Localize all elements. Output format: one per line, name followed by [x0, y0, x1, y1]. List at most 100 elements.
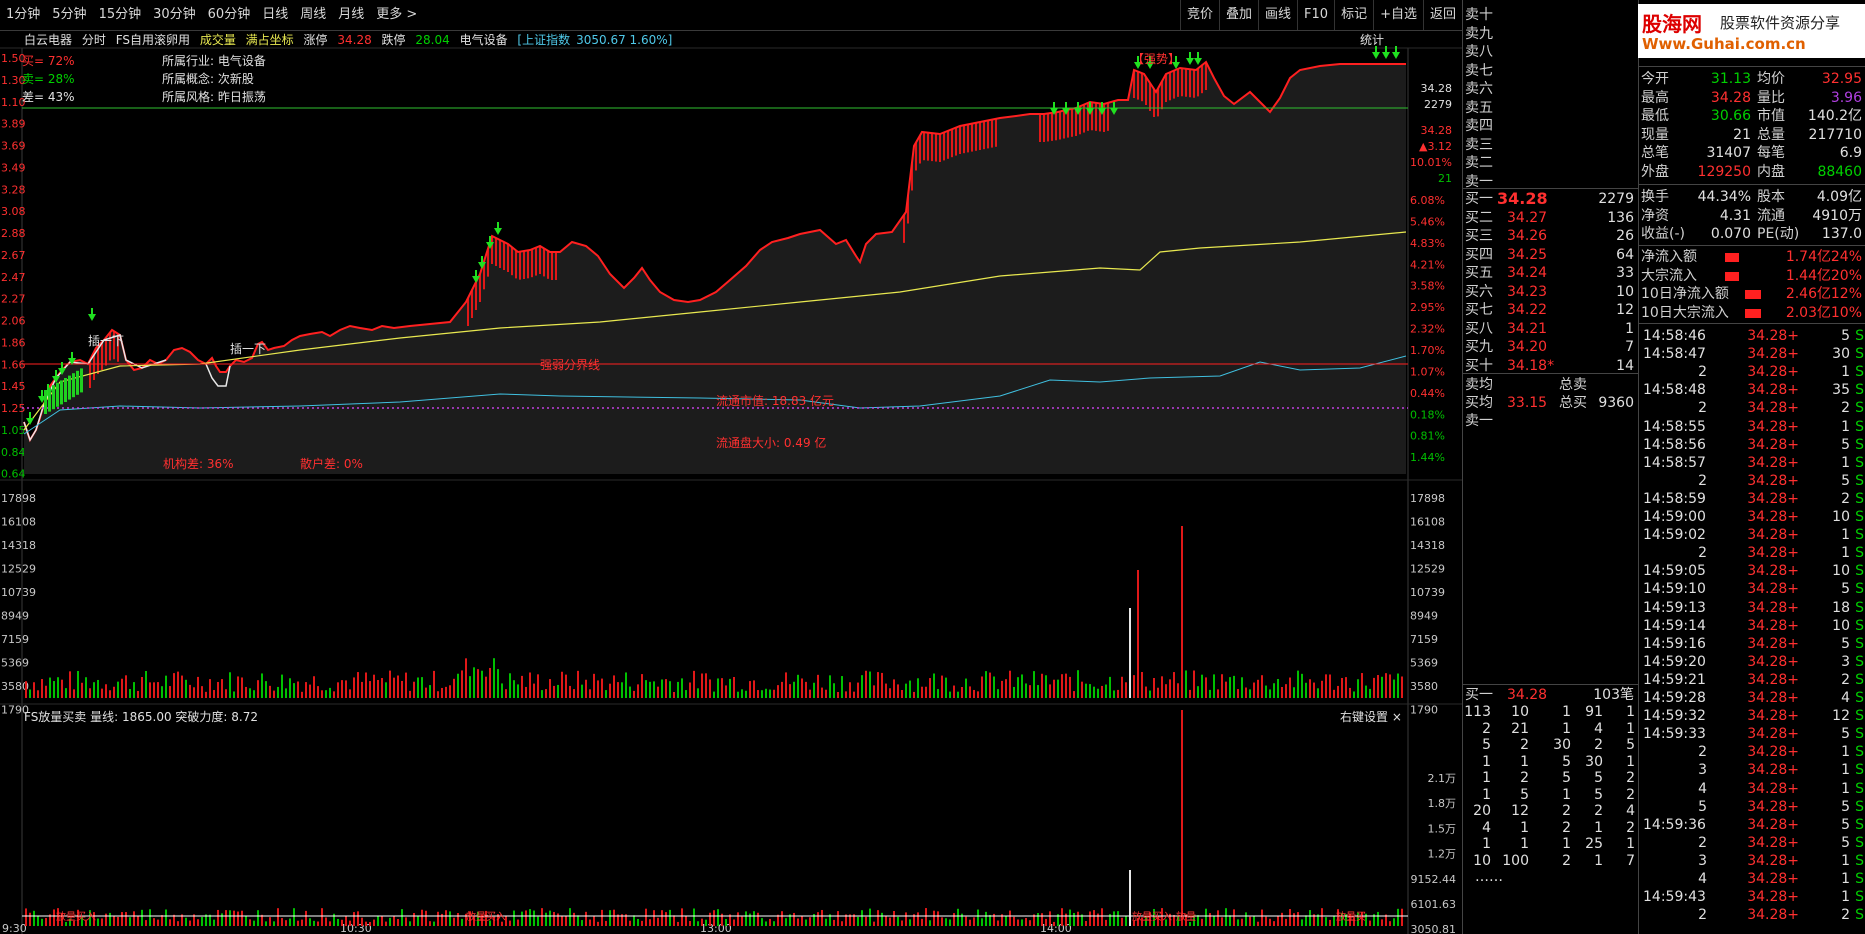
tick-volume: 18 — [1832, 599, 1850, 616]
left-axis-tick: 1.25 — [1, 402, 26, 415]
left-axis-tick: 2.47 — [1, 271, 26, 284]
back-button[interactable]: 返回 — [1422, 0, 1462, 30]
right-top-value: 34.28 — [1421, 124, 1453, 137]
vol-axis-right: 17898 — [1410, 492, 1445, 505]
flow-pct: 24% — [1830, 249, 1862, 265]
draw-line-button[interactable]: 画线 — [1258, 0, 1297, 30]
right-top-value: 21 — [1438, 172, 1452, 185]
tick-row: 14:58:56 34.28+ 5 S — [1463, 436, 1865, 454]
tick-row: 2 34.28+ 1 S — [1463, 363, 1865, 381]
price-down-bar — [72, 373, 75, 398]
quote-label: 量比 — [1757, 89, 1785, 106]
right-top-value: 10.01% — [1410, 156, 1452, 169]
price-down-bar — [80, 368, 83, 393]
tick-volume: 1 — [1841, 871, 1850, 887]
flow-label: 大宗流入 — [1641, 267, 1697, 284]
timeframe-60min[interactable]: 60分钟 — [202, 0, 257, 30]
quote-label: 今开 — [1641, 71, 1669, 87]
buy-arrow-icon — [88, 314, 96, 321]
vol-axis-right: 1790 — [1410, 704, 1438, 717]
industry-label: 所属行业: 电气设备 — [162, 54, 266, 68]
tick-volume: 1 — [1841, 889, 1850, 906]
tick-row: 2 34.28+ 1 S — [1463, 544, 1865, 562]
quote-label: 净资 — [1641, 207, 1669, 224]
tick-price: 34.28+ — [1747, 617, 1799, 634]
quote-value: 0.070 — [1710, 226, 1751, 242]
tick-time: 14:59:32 — [1643, 708, 1706, 725]
quote-row: 最高 34.28 量比 3.96 — [1463, 89, 1865, 107]
vol-axis-left: 17898 — [1, 492, 36, 505]
subchart-title: FS放量买卖 量线: 1865.00 突破力度: 8.72 — [24, 710, 258, 724]
timeframe-day[interactable]: 日线 — [256, 0, 294, 30]
buy-arrow-icon — [1101, 102, 1103, 108]
tick-row: 14:58:57 34.28+ 1 S — [1463, 454, 1865, 472]
tick-time: 14:59:43 — [1643, 889, 1706, 906]
tick-price: 34.28+ — [1747, 545, 1799, 562]
tick-side: S — [1855, 418, 1864, 435]
right-axis-tick: 0.44% — [1410, 387, 1445, 400]
buy-arrow-icon — [1197, 52, 1199, 58]
tick-price: 34.28+ — [1747, 635, 1799, 652]
vol-axis-right: 14318 — [1410, 539, 1445, 552]
timeframe-more[interactable]: 更多 > — [370, 0, 423, 30]
subchart-settings[interactable]: 右键设置 × — [1340, 708, 1402, 725]
flow-pct: 10% — [1830, 304, 1862, 321]
concept-label: 所属概念: 次新股 — [162, 72, 254, 86]
tick-row: 5 34.28+ 5 S — [1463, 798, 1865, 816]
quote-value: 129250 — [1697, 163, 1751, 180]
add-watchlist-button[interactable]: +自选 — [1373, 0, 1423, 30]
intraday-chart[interactable]: 1.501.301.103.893.693.493.283.082.882.67… — [0, 30, 1462, 934]
timeframe-15min[interactable]: 15分钟 — [93, 0, 148, 30]
quote-label: 现量 — [1641, 126, 1669, 143]
buy-arrow-icon — [1186, 58, 1194, 65]
left-axis-tick: 2.27 — [1, 293, 26, 306]
buy-arrow-icon — [481, 256, 483, 262]
timeframe-week[interactable]: 周线 — [294, 0, 332, 30]
right-axis-tick: 4.83% — [1410, 237, 1445, 250]
quote-value: 4910万 — [1812, 207, 1862, 224]
mark-button[interactable]: 标记 — [1334, 0, 1373, 30]
tick-price: 34.28+ — [1747, 762, 1799, 779]
tick-row: 14:58:55 34.28+ 1 S — [1463, 418, 1865, 436]
timeframe-5min[interactable]: 5分钟 — [46, 0, 92, 30]
timeframe-1min[interactable]: 1分钟 — [0, 0, 46, 30]
sub-axis-tick: 1.5万 — [1428, 822, 1457, 835]
tick-side: S — [1855, 436, 1864, 453]
tick-side: S — [1855, 653, 1864, 670]
tick-side: S — [1855, 744, 1864, 761]
tick-time: 14:58:46 — [1643, 328, 1706, 344]
tick-side: S — [1855, 762, 1864, 779]
tick-side: S — [1855, 472, 1864, 489]
quote-row: 换手 44.34% 股本 4.09亿 — [1463, 188, 1865, 206]
tick-side: S — [1855, 690, 1864, 706]
tick-side: S — [1855, 328, 1864, 344]
price-down-bar — [52, 385, 55, 410]
right-axis-tick: 2.32% — [1410, 323, 1445, 336]
tick-volume: 10 — [1832, 509, 1850, 525]
flow-bar — [1745, 290, 1761, 299]
price-down-bar — [48, 387, 51, 412]
buy-arrow-icon — [1194, 58, 1202, 65]
timeframe-30min[interactable]: 30分钟 — [147, 0, 202, 30]
tick-row: 14:58:46 34.28+ 5 S — [1463, 327, 1865, 345]
right-axis-tick: 5.46% — [1410, 215, 1445, 228]
tick-side: S — [1855, 708, 1864, 725]
f10-button[interactable]: F10 — [1297, 0, 1334, 30]
buy-arrow-icon — [1077, 102, 1079, 108]
buy-arrow-icon — [1372, 52, 1380, 59]
right-axis-tick: 1.07% — [1410, 365, 1445, 378]
panel-divider — [1639, 66, 1865, 67]
auction-button[interactable]: 竞价 — [1179, 0, 1219, 30]
timeframe-month[interactable]: 月线 — [332, 0, 370, 30]
overlay-button[interactable]: 叠加 — [1219, 0, 1258, 30]
quote-value: 217710 — [1808, 126, 1862, 143]
tick-time: 14:59:36 — [1643, 816, 1706, 833]
quote-row: 净资 4.31 流通 4910万 — [1463, 207, 1865, 225]
tick-volume: 3 — [1841, 653, 1850, 670]
tick-time: 14:58:48 — [1643, 382, 1706, 399]
right-top-value: 34.28 — [1421, 82, 1453, 95]
flow-pct: 12% — [1830, 286, 1862, 302]
vol-axis-left: 16108 — [1, 516, 36, 529]
price-area-fill — [24, 62, 1406, 474]
tick-row: 14:59:33 34.28+ 5 S — [1463, 725, 1865, 743]
